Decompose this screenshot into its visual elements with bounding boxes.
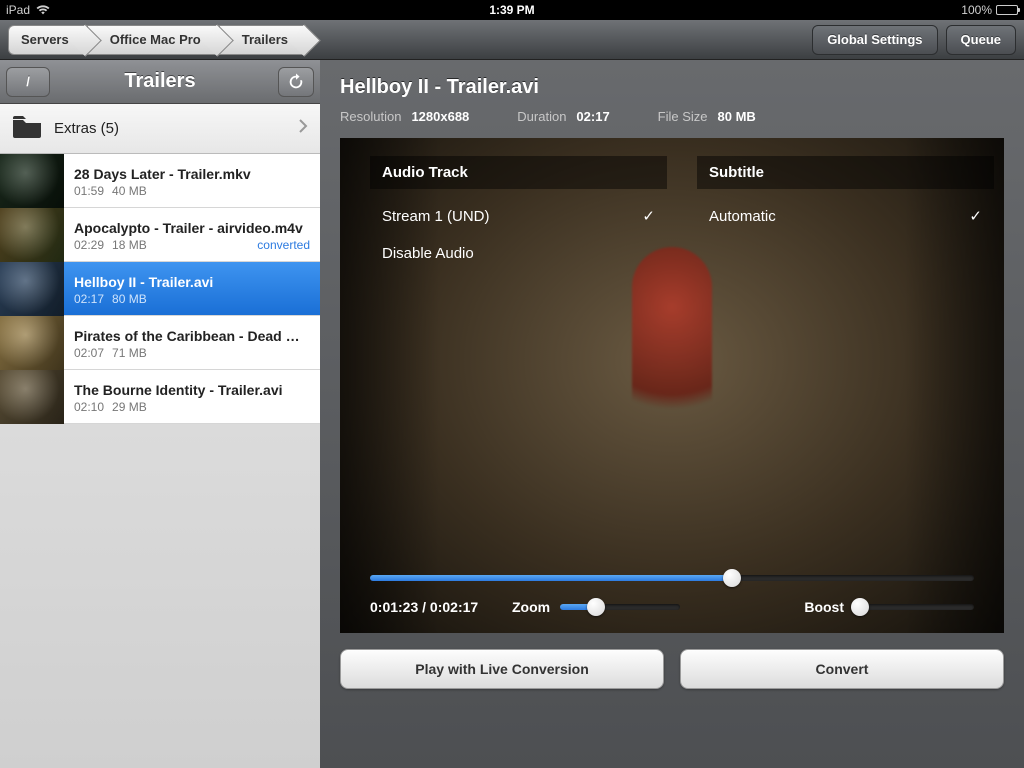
boost-label: Boost <box>804 599 844 615</box>
subtitle-header: Subtitle <box>697 156 994 189</box>
file-thumbnail <box>0 316 64 370</box>
resolution-value: 1280x688 <box>411 109 469 124</box>
slider-knob[interactable] <box>723 569 741 587</box>
battery-icon <box>996 5 1018 15</box>
file-name: 28 Days Later - Trailer.mkv <box>74 166 310 182</box>
option-label: Stream 1 (UND) <box>382 208 490 225</box>
option-label: Disable Audio <box>382 245 474 262</box>
crumb-servers[interactable]: Servers <box>8 25 87 55</box>
folder-row[interactable]: Extras (5) <box>0 104 320 154</box>
file-row[interactable]: Apocalypto - Trailer - airvideo.m4v 02:29… <box>0 208 320 262</box>
file-badge: converted <box>257 238 310 252</box>
progress-slider[interactable] <box>370 569 974 587</box>
wifi-icon <box>36 4 50 16</box>
top-nav: Servers Office Mac Pro Trailers Global S… <box>0 20 1024 60</box>
file-duration: 02:07 <box>74 346 104 360</box>
folder-label: Extras (5) <box>54 120 286 137</box>
folder-icon <box>12 114 42 143</box>
file-row[interactable]: 28 Days Later - Trailer.mkv 01:59 40 MB <box>0 154 320 208</box>
file-size: 18 MB <box>112 238 147 252</box>
filesize-value: 80 MB <box>718 109 756 124</box>
file-duration: 01:59 <box>74 184 104 198</box>
video-meta: Resolution 1280x688 Duration 02:17 File Si… <box>340 109 1004 124</box>
button-label: Convert <box>816 661 869 677</box>
global-settings-button[interactable]: Global Settings <box>812 25 937 55</box>
clock: 1:39 PM <box>489 3 534 17</box>
button-label: Queue <box>961 32 1001 47</box>
zoom-label: Zoom <box>512 599 550 615</box>
duration-label: Duration <box>517 109 566 124</box>
file-size: 40 MB <box>112 184 147 198</box>
option-label: Automatic <box>709 208 776 225</box>
check-icon: ✓ <box>969 207 982 225</box>
file-size: 71 MB <box>112 346 147 360</box>
subtitle-panel: Subtitle Automatic ✓ <box>697 156 994 272</box>
breadcrumb: Servers Office Mac Pro Trailers <box>8 25 306 55</box>
zoom-slider[interactable]: Zoom <box>512 599 680 615</box>
slider-knob[interactable] <box>851 598 869 616</box>
resolution-label: Resolution <box>340 109 401 124</box>
play-live-conversion-button[interactable]: Play with Live Conversion <box>340 649 664 689</box>
subtitle-option[interactable]: Automatic ✓ <box>709 197 982 235</box>
duration-value: 02:17 <box>576 109 609 124</box>
file-thumbnail <box>0 262 64 316</box>
sidebar-header: / Trailers <box>0 60 320 104</box>
sidebar-title: Trailers <box>124 70 195 93</box>
file-list: 28 Days Later - Trailer.mkv 01:59 40 MB Apo… <box>0 154 320 424</box>
file-thumbnail <box>0 370 64 424</box>
file-duration: 02:10 <box>74 400 104 414</box>
chevron-right-icon <box>298 119 308 138</box>
player-controls: 0:01:23 / 0:02:17 Zoom Boost <box>370 569 974 615</box>
device-label: iPad <box>6 3 30 17</box>
slider-knob[interactable] <box>587 598 605 616</box>
audio-option[interactable]: Disable Audio <box>382 235 655 272</box>
filesize-label: File Size <box>658 109 708 124</box>
detail-panel: Hellboy II - Trailer.avi Resolution 1280x… <box>320 60 1024 768</box>
video-title: Hellboy II - Trailer.avi <box>340 76 1004 99</box>
back-button[interactable]: / <box>6 67 50 97</box>
refresh-button[interactable] <box>278 67 314 97</box>
crumb-label: Trailers <box>242 32 288 47</box>
crumb-label: Office Mac Pro <box>110 32 201 47</box>
back-label: / <box>26 74 30 89</box>
audio-track-panel: Audio Track Stream 1 (UND) ✓ Disable Audio <box>370 156 667 272</box>
button-label: Play with Live Conversion <box>415 661 589 677</box>
file-duration: 02:17 <box>74 292 104 306</box>
refresh-icon <box>287 73 305 91</box>
file-size: 29 MB <box>112 400 147 414</box>
button-label: Global Settings <box>827 32 922 47</box>
file-thumbnail <box>0 154 64 208</box>
check-icon: ✓ <box>642 207 655 225</box>
crumb-label: Servers <box>21 32 69 47</box>
audio-option[interactable]: Stream 1 (UND) ✓ <box>382 197 655 235</box>
file-name: Pirates of the Caribbean - Dead Man's… <box>74 328 310 344</box>
file-duration: 02:29 <box>74 238 104 252</box>
file-size: 80 MB <box>112 292 147 306</box>
file-thumbnail <box>0 208 64 262</box>
status-bar: iPad 1:39 PM 100% <box>0 0 1024 20</box>
time-display: 0:01:23 / 0:02:17 <box>370 599 490 615</box>
crumb-server[interactable]: Office Mac Pro <box>87 25 219 55</box>
sidebar: / Trailers Extras (5) 28 Days Later - Tr… <box>0 60 320 768</box>
file-name: Apocalypto - Trailer - airvideo.m4v <box>74 220 310 236</box>
video-player[interactable]: Audio Track Stream 1 (UND) ✓ Disable Audio… <box>340 138 1004 633</box>
file-name: Hellboy II - Trailer.avi <box>74 274 310 290</box>
boost-slider[interactable]: Boost <box>804 599 974 615</box>
file-row[interactable]: Hellboy II - Trailer.avi 02:17 80 MB <box>0 262 320 316</box>
file-name: The Bourne Identity - Trailer.avi <box>74 382 310 398</box>
file-row[interactable]: Pirates of the Caribbean - Dead Man's… 02… <box>0 316 320 370</box>
file-row[interactable]: The Bourne Identity - Trailer.avi 02:10 29… <box>0 370 320 424</box>
convert-button[interactable]: Convert <box>680 649 1004 689</box>
track-selection-overlay: Audio Track Stream 1 (UND) ✓ Disable Audio… <box>370 156 994 272</box>
battery-percent: 100% <box>961 3 992 17</box>
audio-track-header: Audio Track <box>370 156 667 189</box>
queue-button[interactable]: Queue <box>946 25 1016 55</box>
